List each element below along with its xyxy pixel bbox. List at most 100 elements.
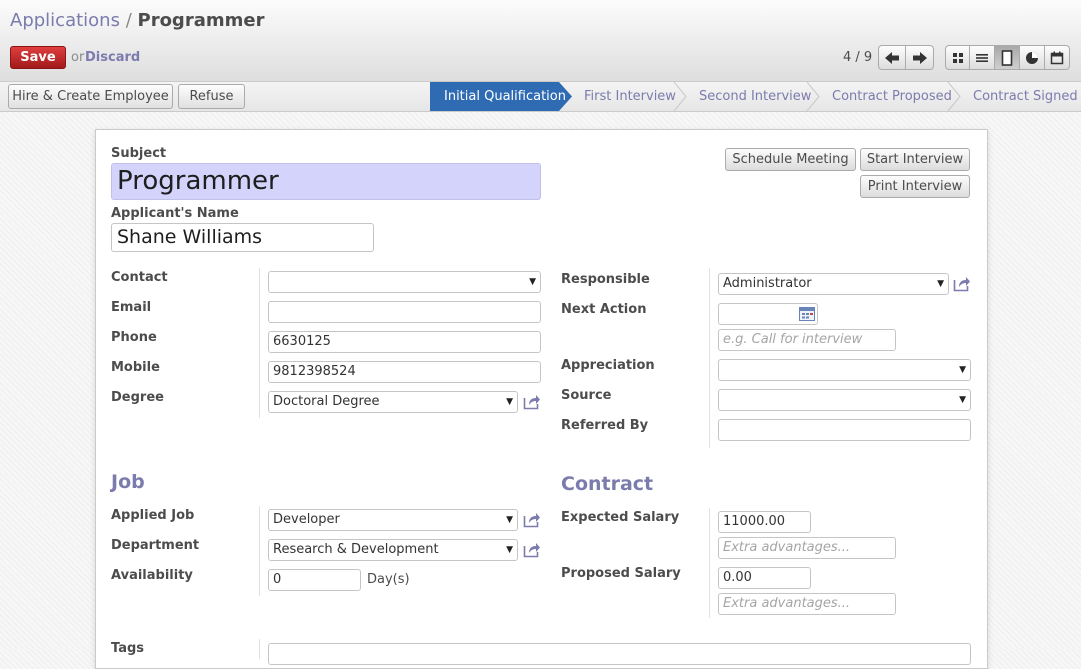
graph-view-icon	[1026, 51, 1038, 64]
stage-separator-icon	[806, 82, 820, 111]
breadcrumb-applications-link[interactable]: Applications	[10, 10, 120, 31]
form-view-button[interactable]	[995, 45, 1020, 70]
caret-down-icon: ▼	[506, 397, 513, 407]
separator	[709, 268, 710, 448]
previous-record-button[interactable]	[878, 45, 906, 70]
appreciation-select[interactable]: ▼	[718, 359, 971, 381]
kanban-view-button[interactable]	[945, 45, 970, 70]
department-value: Research & Development	[273, 542, 439, 557]
referred-by-label: Referred By	[561, 418, 649, 433]
proposed-salary-label: Proposed Salary	[561, 566, 681, 581]
arrow-left-icon	[885, 51, 899, 64]
breadcrumb-current: Programmer	[137, 10, 265, 31]
statusbar-row: Hire & Create Employee Refuse Initial Qu…	[0, 82, 1081, 112]
list-view-button[interactable]	[970, 45, 995, 70]
next-action-input[interactable]: e.g. Call for interview	[718, 329, 896, 351]
responsible-label: Responsible	[561, 272, 650, 287]
tags-field[interactable]	[268, 643, 971, 665]
subject-label: Subject	[111, 146, 167, 161]
separator	[709, 508, 710, 618]
applied-job-select[interactable]: Developer ▼	[268, 509, 518, 531]
degree-value: Doctoral Degree	[273, 394, 380, 409]
pager-counter: 4 / 9	[843, 50, 873, 65]
schedule-meeting-button[interactable]: Schedule Meeting	[725, 148, 856, 171]
expected-extra-field[interactable]: Extra advantages...	[718, 537, 896, 559]
control-panel: Applications / Programmer Save or Discar…	[0, 0, 1081, 82]
mobile-label: Mobile	[111, 360, 160, 375]
external-link-icon[interactable]	[953, 276, 971, 292]
contact-select[interactable]: ▼	[268, 271, 541, 293]
expected-salary-label: Expected Salary	[561, 510, 680, 525]
form-sheet: Subject Programmer Applicant's Name Shan…	[95, 129, 988, 669]
applied-job-value: Developer	[273, 512, 340, 527]
contract-section-title: Contract	[561, 473, 654, 495]
or-text: or	[71, 50, 85, 65]
stage-separator-icon	[673, 82, 687, 111]
email-label: Email	[111, 300, 152, 315]
appreciation-label: Appreciation	[561, 358, 655, 373]
stage-contract-signed[interactable]: Contract Signed	[973, 82, 1078, 111]
next-action-label: Next Action	[561, 302, 647, 317]
caret-down-icon: ▼	[506, 545, 513, 555]
separator	[259, 506, 260, 596]
separator	[259, 639, 260, 659]
caret-down-icon: ▼	[506, 515, 513, 525]
stage-separator-icon	[947, 82, 961, 111]
applicant-name-input[interactable]: Shane Williams	[111, 223, 374, 252]
breadcrumb: Applications / Programmer	[10, 10, 264, 32]
stage-first-interview[interactable]: First Interview	[584, 82, 676, 111]
availability-field[interactable]: 0	[268, 569, 361, 591]
list-view-icon	[976, 53, 988, 62]
availability-label: Availability	[111, 568, 193, 583]
next-record-button[interactable]	[906, 45, 934, 70]
degree-label: Degree	[111, 390, 164, 405]
calendar-view-icon	[1050, 51, 1064, 64]
stage-initial-qualification[interactable]: Initial Qualification	[430, 82, 572, 111]
save-button[interactable]: Save	[10, 46, 66, 69]
phone-field[interactable]: 6630125	[268, 331, 541, 353]
hire-create-employee-button[interactable]: Hire & Create Employee	[8, 84, 173, 109]
pager-buttons	[878, 45, 934, 70]
kanban-view-icon	[952, 52, 963, 63]
next-action-date-field[interactable]	[718, 303, 818, 325]
breadcrumb-separator: /	[125, 10, 132, 31]
phone-label: Phone	[111, 330, 157, 345]
applied-job-label: Applied Job	[111, 508, 195, 523]
external-link-icon[interactable]	[523, 512, 541, 528]
calendar-view-button[interactable]	[1045, 45, 1070, 70]
print-interview-button[interactable]: Print Interview	[860, 175, 970, 198]
applicant-name-label: Applicant's Name	[111, 206, 239, 221]
form-view-icon	[1001, 49, 1013, 66]
department-label: Department	[111, 538, 200, 553]
caret-down-icon: ▼	[937, 279, 944, 289]
mobile-field[interactable]: 9812398524	[268, 361, 541, 383]
caret-down-icon: ▼	[959, 395, 966, 405]
caret-down-icon: ▼	[529, 277, 536, 287]
graph-view-button[interactable]	[1020, 45, 1045, 70]
calendar-icon[interactable]	[799, 307, 815, 321]
contact-label: Contact	[111, 270, 168, 285]
referred-by-field[interactable]	[718, 419, 971, 441]
job-section-title: Job	[111, 471, 145, 493]
separator	[259, 268, 260, 418]
start-interview-button[interactable]: Start Interview	[860, 148, 970, 171]
degree-select[interactable]: Doctoral Degree ▼	[268, 391, 518, 413]
source-select[interactable]: ▼	[718, 389, 971, 411]
stage-contract-proposed[interactable]: Contract Proposed	[832, 82, 952, 111]
responsible-value: Administrator	[723, 276, 812, 291]
external-link-icon[interactable]	[523, 394, 541, 410]
refuse-button[interactable]: Refuse	[178, 84, 245, 109]
stage-second-interview[interactable]: Second Interview	[699, 82, 811, 111]
proposed-extra-field[interactable]: Extra advantages...	[718, 593, 896, 615]
external-link-icon[interactable]	[523, 542, 541, 558]
proposed-salary-field[interactable]: 0.00	[718, 567, 811, 589]
source-label: Source	[561, 388, 612, 403]
expected-salary-field[interactable]: 11000.00	[718, 511, 811, 533]
subject-input[interactable]: Programmer	[111, 163, 541, 200]
email-field[interactable]	[268, 301, 541, 323]
caret-down-icon: ▼	[959, 365, 966, 375]
availability-unit: Day(s)	[367, 572, 410, 587]
discard-link[interactable]: Discard	[85, 50, 140, 65]
department-select[interactable]: Research & Development ▼	[268, 539, 518, 561]
responsible-select[interactable]: Administrator ▼	[718, 273, 949, 295]
